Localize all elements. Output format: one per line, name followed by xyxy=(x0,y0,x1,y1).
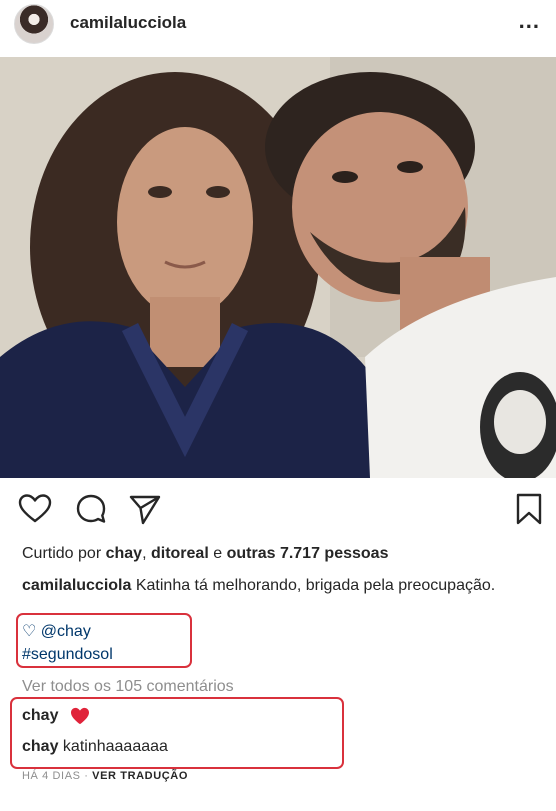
see-translation-link[interactable]: VER TRADUÇÃO xyxy=(92,770,188,782)
caption-author[interactable]: camilalucciola xyxy=(22,577,131,594)
mention-chay[interactable]: ♡ @chay xyxy=(22,621,91,641)
view-all-comments-link[interactable]: Ver todos os 105 comentários xyxy=(22,678,234,696)
post-header: camilalucciola ... xyxy=(0,0,556,48)
post-photo[interactable] xyxy=(0,57,556,478)
comment-text: katinhaaaaaaa xyxy=(62,738,168,755)
heart-outline-icon[interactable] xyxy=(18,492,52,526)
bookmark-icon[interactable] xyxy=(512,492,546,526)
hashtag-segundosol[interactable]: #segundosol xyxy=(22,646,113,664)
footer-dot: · xyxy=(84,770,89,782)
liker-ditoreal[interactable]: ditoreal xyxy=(151,545,209,562)
paper-plane-icon[interactable] xyxy=(128,492,162,526)
caption: camilalucciola Katinha tá melhorando, br… xyxy=(22,575,542,596)
comment-item: chay xyxy=(22,707,90,725)
post-time: HÁ 4 DIAS xyxy=(22,770,81,782)
likes-sep: , xyxy=(142,545,147,562)
likes-others[interactable]: outras 7.717 pessoas xyxy=(227,545,389,562)
likes-prefix: Curtido por xyxy=(22,545,102,562)
liker-chay[interactable]: chay xyxy=(106,545,142,562)
post-username[interactable]: camilalucciola xyxy=(70,13,186,33)
comment-item: chay katinhaaaaaaa xyxy=(22,738,168,756)
avatar[interactable] xyxy=(14,4,54,44)
comment-author[interactable]: chay xyxy=(22,738,58,755)
likes-conj: e xyxy=(213,545,223,562)
photo-image xyxy=(0,57,556,478)
comment-icon[interactable] xyxy=(74,492,108,526)
more-horizontal-icon[interactable]: ... xyxy=(519,8,540,34)
red-heart-icon xyxy=(71,707,90,725)
comment-author[interactable]: chay xyxy=(22,707,58,725)
caption-text: Katinha tá melhorando, brigada pela preo… xyxy=(135,577,496,594)
post-footer: HÁ 4 DIAS · VER TRADUÇÃO xyxy=(22,770,188,782)
likes-line: Curtido por chay, ditoreal e outras 7.71… xyxy=(22,545,388,563)
action-bar xyxy=(0,492,556,528)
